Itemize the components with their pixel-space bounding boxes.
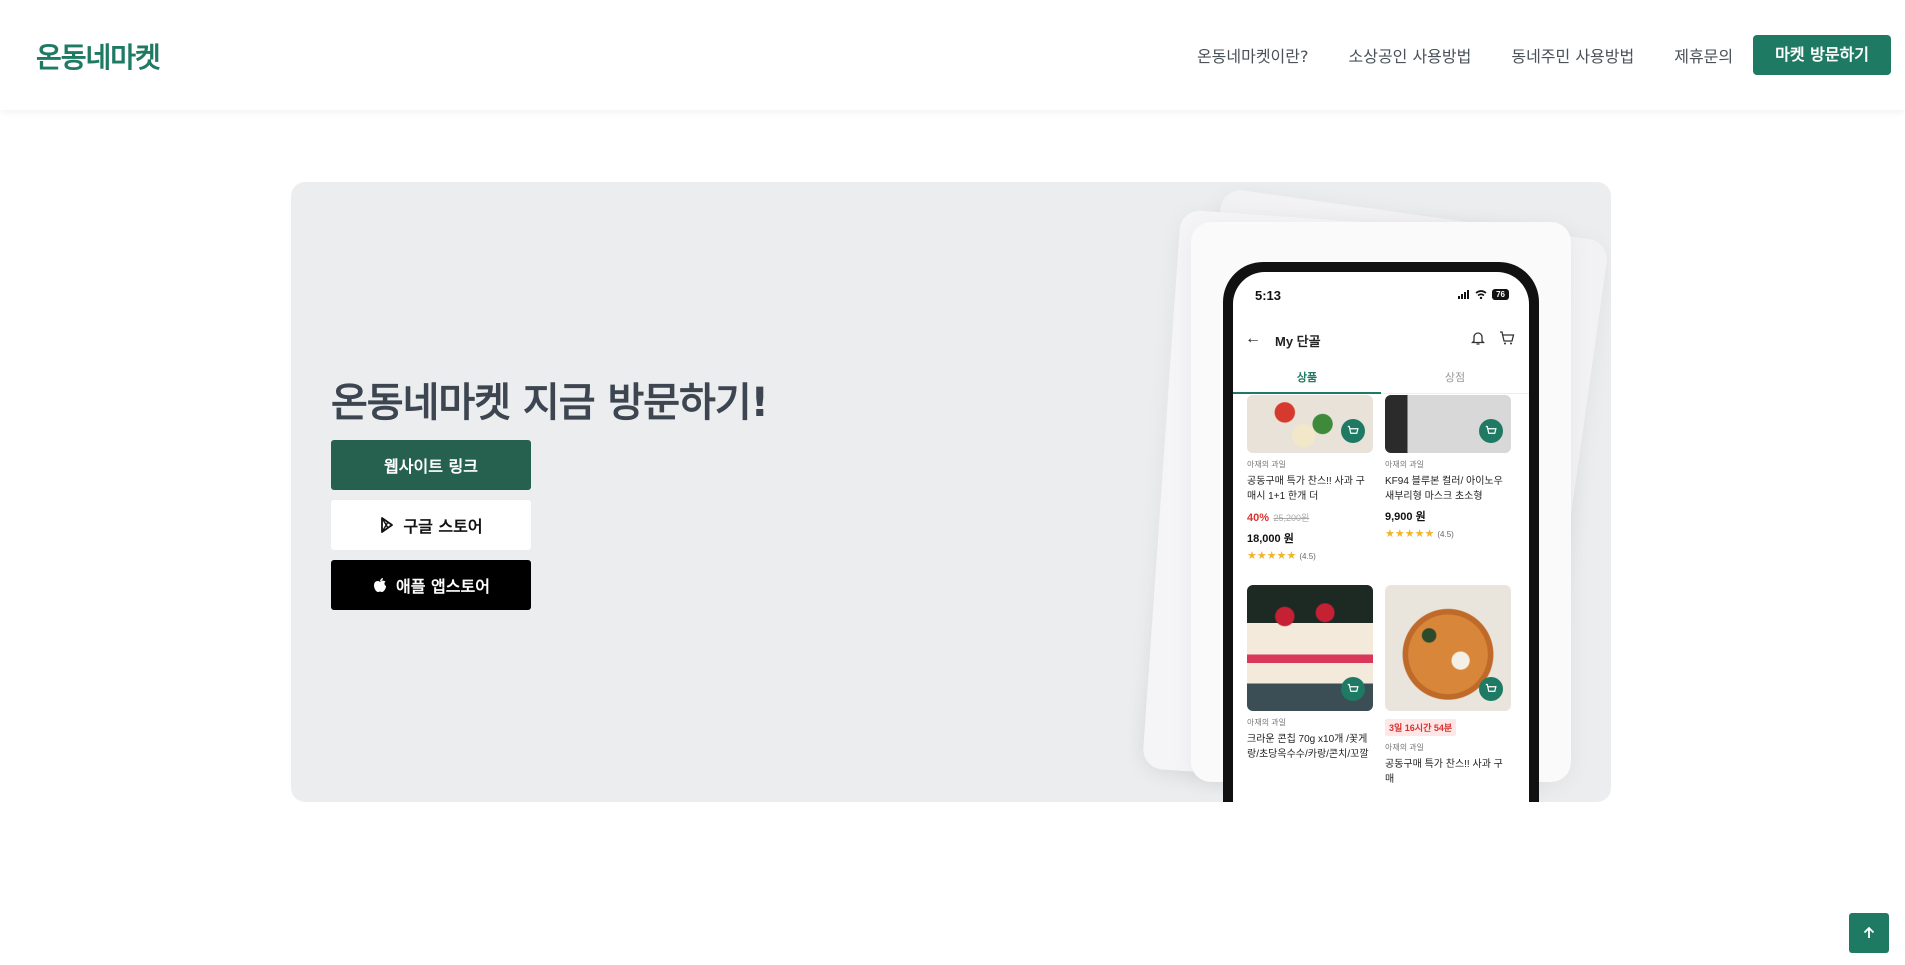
hero-title-highlight: 온동네마켓 — [331, 380, 511, 426]
google-play-icon — [381, 517, 394, 533]
screen-tabs: 상품 상점 — [1233, 366, 1529, 394]
app-bar: ← My 단골 — [1233, 324, 1529, 356]
nav-about[interactable]: 온동네마켓이란? — [1197, 43, 1309, 67]
wifi-icon — [1475, 290, 1487, 299]
original-price: 25,200원 — [1273, 513, 1310, 523]
add-to-cart-button[interactable] — [1479, 677, 1503, 701]
cart-icon — [1347, 425, 1359, 434]
back-arrow-icon[interactable]: ← — [1245, 330, 1261, 348]
product-card[interactable]: 아재의 과일 공동구매 특가 찬스!! 사과 구매시 1+1 한개 더 40% … — [1247, 395, 1373, 562]
nav-resident-guide[interactable]: 동네주민 사용방법 — [1511, 43, 1634, 67]
deal-timer-badge: 3일 16시간 54분 — [1385, 719, 1457, 736]
hero-title-rest: 지금 방문하기! — [510, 380, 769, 426]
product-card[interactable]: 아재의 과일 크라운 콘칩 70g x10개 /꽃게랑/초당옥수수/카랑/콘치/… — [1247, 585, 1373, 762]
apple-appstore-label: 애플 앱스토어 — [396, 577, 490, 596]
signal-icon — [1458, 290, 1470, 299]
product-name: 공동구매 특가 찬스!! 사과 구매시 1+1 한개 더 — [1247, 476, 1365, 502]
tab-stores[interactable]: 상점 — [1381, 366, 1529, 394]
apple-appstore-button[interactable]: 애플 앱스토어 — [331, 560, 531, 610]
product-name: 공동구매 특가 찬스!! 사과 구매 — [1385, 759, 1503, 785]
add-to-cart-button[interactable] — [1479, 419, 1503, 443]
product-card[interactable]: 3일 16시간 54분 아재의 과일 공동구매 특가 찬스!! 사과 구매 — [1385, 585, 1511, 787]
rating-stars: ★★★★★ (4.5) — [1247, 549, 1373, 562]
product-image — [1247, 395, 1373, 453]
add-to-cart-button[interactable] — [1341, 419, 1365, 443]
nav-merchant-guide[interactable]: 소상공인 사용방법 — [1349, 43, 1472, 67]
google-store-button[interactable]: 구글 스토어 — [331, 500, 531, 550]
site-header: 온동네마켓 온동네마켓이란? 소상공인 사용방법 동네주민 사용방법 제휴문의 … — [0, 0, 1905, 110]
product-card[interactable]: 아재의 과일 KF94 블루본 컬러/ 아이노우 새부리형 마스크 초소형 9,… — [1385, 395, 1511, 540]
main-nav: 온동네마켓이란? 소상공인 사용방법 동네주민 사용방법 제휴문의 마켓 방문하… — [1197, 0, 1905, 110]
apple-icon — [374, 578, 387, 592]
website-link-label: 웹사이트 링크 — [384, 457, 478, 476]
product-discount-row: 40% 25,200원 — [1247, 508, 1373, 526]
phone-screen: 5:13 76 ← My 단골 상품 상점 아재의 과일 공동구매 특가 찬스!… — [1233, 272, 1529, 802]
product-category: 아재의 과일 — [1247, 460, 1287, 469]
product-name: KF94 블루본 컬러/ 아이노우 새부리형 마스크 초소형 — [1385, 476, 1503, 502]
phone-mockup: 5:13 76 ← My 단골 상품 상점 아재의 과일 공동구매 특가 찬스!… — [1223, 262, 1539, 802]
visit-market-button[interactable]: 마켓 방문하기 — [1753, 35, 1891, 75]
discount-rate: 40% — [1247, 512, 1270, 524]
battery-badge: 76 — [1492, 289, 1509, 300]
product-image — [1247, 585, 1373, 711]
add-to-cart-button[interactable] — [1341, 677, 1365, 701]
cart-icon — [1347, 683, 1359, 692]
screen-title: My 단골 — [1275, 334, 1321, 349]
google-store-label: 구글 스토어 — [403, 517, 483, 536]
status-icons: 76 — [1458, 289, 1509, 300]
product-category: 아재의 과일 — [1385, 460, 1425, 469]
product-name: 크라운 콘칩 70g x10개 /꽃게랑/초당옥수수/카랑/콘치/꼬깔 — [1247, 734, 1369, 760]
tab-products[interactable]: 상품 — [1233, 366, 1381, 394]
website-link-button[interactable]: 웹사이트 링크 — [331, 440, 531, 490]
hero-title: 온동네마켓 지금 방문하기! — [331, 370, 769, 428]
rating-value: (4.5) — [1437, 530, 1454, 539]
cart-icon[interactable] — [1499, 330, 1515, 346]
rating-stars: ★★★★★ (4.5) — [1385, 527, 1511, 540]
product-price: 9,900 원 — [1385, 511, 1426, 523]
star-icons: ★★★★★ — [1247, 550, 1297, 562]
product-image — [1385, 395, 1511, 453]
product-category: 아재의 과일 — [1247, 718, 1287, 727]
product-category: 아재의 과일 — [1385, 743, 1425, 752]
arrow-up-icon — [1863, 926, 1875, 938]
product-price: 18,000 원 — [1247, 533, 1294, 545]
bell-icon[interactable] — [1471, 330, 1485, 346]
product-image — [1385, 585, 1511, 711]
cart-icon — [1485, 683, 1497, 692]
nav-partnership[interactable]: 제휴문의 — [1674, 43, 1733, 67]
cart-icon — [1485, 425, 1497, 434]
rating-value: (4.5) — [1299, 552, 1316, 561]
hero-section: 온동네마켓 지금 방문하기! 웹사이트 링크 구글 스토어 애플 앱스토어 5:… — [291, 182, 1611, 802]
scroll-to-top-button[interactable] — [1849, 913, 1889, 953]
logo[interactable]: 온동네마켓 — [36, 36, 161, 76]
status-time: 5:13 — [1255, 288, 1282, 303]
star-icons: ★★★★★ — [1385, 528, 1435, 540]
